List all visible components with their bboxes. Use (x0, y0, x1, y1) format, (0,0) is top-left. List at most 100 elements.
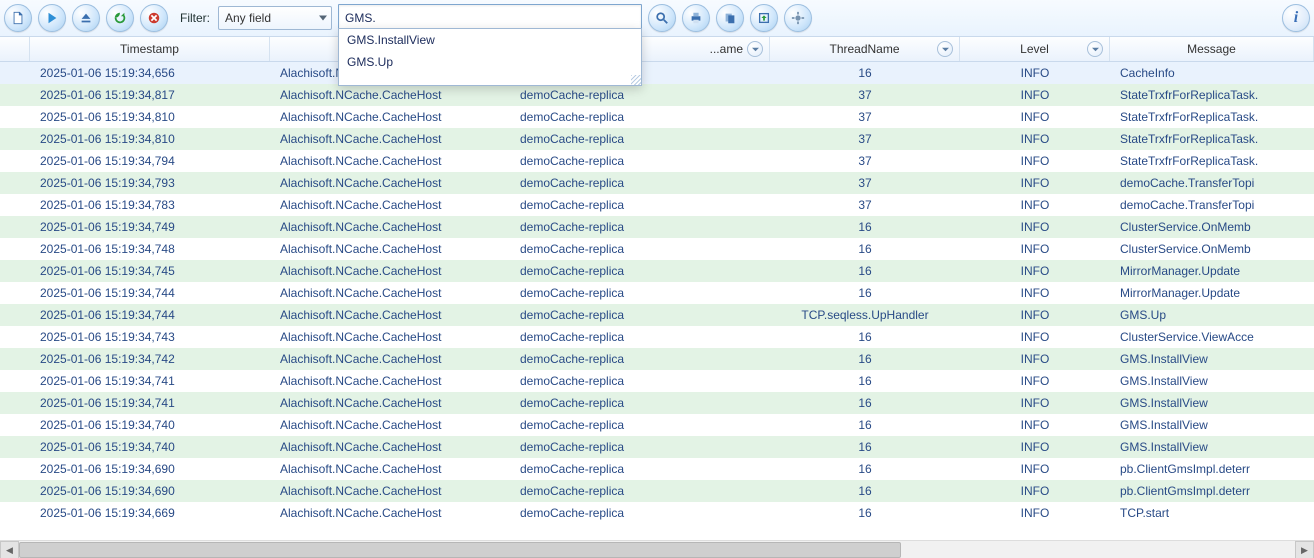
table-row[interactable]: 2025-01-06 15:19:34,742Alachisoft.NCache… (0, 348, 1314, 370)
info-icon[interactable]: i (1282, 4, 1310, 32)
cell-timestamp: 2025-01-06 15:19:34,744 (30, 308, 270, 322)
toolbar: Filter: Any field GMS.InstallView GMS.Up… (0, 0, 1314, 37)
cell-threadname: 37 (770, 132, 960, 146)
cell-timestamp: 2025-01-06 15:19:34,748 (30, 242, 270, 256)
header-level[interactable]: Level (960, 37, 1110, 61)
table-header: Timestamp P ...ame ThreadName Level Mess… (0, 37, 1314, 62)
cell-timestamp: 2025-01-06 15:19:34,794 (30, 154, 270, 168)
header-blank[interactable] (0, 37, 30, 61)
table-row[interactable]: 2025-01-06 15:19:34,741Alachisoft.NCache… (0, 370, 1314, 392)
gear-icon[interactable] (784, 4, 812, 32)
cell-threadname: 16 (770, 418, 960, 432)
cell-level: INFO (960, 176, 1110, 190)
table-row[interactable]: 2025-01-06 15:19:34,817Alachisoft.NCache… (0, 84, 1314, 106)
print-icon[interactable] (682, 4, 710, 32)
table-row[interactable]: 2025-01-06 15:19:34,743Alachisoft.NCache… (0, 326, 1314, 348)
cell-timestamp: 2025-01-06 15:19:34,745 (30, 264, 270, 278)
export-icon[interactable] (750, 4, 778, 32)
table-row[interactable]: 2025-01-06 15:19:34,741Alachisoft.NCache… (0, 392, 1314, 414)
cell-threadname: 37 (770, 176, 960, 190)
cell-timestamp: 2025-01-06 15:19:34,744 (30, 286, 270, 300)
scroll-thumb[interactable] (19, 542, 901, 558)
cell-threadname: 37 (770, 154, 960, 168)
cell-process: Alachisoft.NCache.CacheHost (270, 396, 510, 410)
cell-timestamp: 2025-01-06 15:19:34,740 (30, 440, 270, 454)
cell-message: demoCache.TransferTopi (1110, 176, 1314, 190)
eject-icon[interactable] (72, 4, 100, 32)
table-row[interactable]: 2025-01-06 15:19:34,669Alachisoft.NCache… (0, 502, 1314, 524)
resize-grip-icon[interactable] (339, 73, 641, 85)
copy-icon[interactable] (716, 4, 744, 32)
cell-message: GMS.InstallView (1110, 352, 1314, 366)
scroll-right-icon[interactable]: ▶ (1295, 541, 1314, 558)
scroll-left-icon[interactable]: ◀ (0, 541, 19, 558)
cell-message: ClusterService.OnMemb (1110, 242, 1314, 256)
header-threadname[interactable]: ThreadName (770, 37, 960, 61)
filter-label: Filter: (174, 11, 212, 25)
cell-message: MirrorManager.Update (1110, 264, 1314, 278)
cell-name: demoCache-replica (510, 396, 770, 410)
table-row[interactable]: 2025-01-06 15:19:34,690Alachisoft.NCache… (0, 480, 1314, 502)
table-row[interactable]: 2025-01-06 15:19:34,794Alachisoft.NCache… (0, 150, 1314, 172)
cell-timestamp: 2025-01-06 15:19:34,810 (30, 132, 270, 146)
cell-timestamp: 2025-01-06 15:19:34,749 (30, 220, 270, 234)
table-row[interactable]: 2025-01-06 15:19:34,749Alachisoft.NCache… (0, 216, 1314, 238)
cell-threadname: 16 (770, 440, 960, 454)
field-select[interactable]: Any field (218, 6, 332, 30)
cell-name: demoCache-replica (510, 462, 770, 476)
header-timestamp[interactable]: Timestamp (30, 37, 270, 61)
table-row[interactable]: 2025-01-06 15:19:34,656Alachisoft.NCach.… (0, 62, 1314, 84)
filter-icon[interactable] (937, 41, 953, 57)
cell-process: Alachisoft.NCache.CacheHost (270, 286, 510, 300)
cell-process: Alachisoft.NCache.CacheHost (270, 154, 510, 168)
table-row[interactable]: 2025-01-06 15:19:34,745Alachisoft.NCache… (0, 260, 1314, 282)
cell-threadname: 37 (770, 88, 960, 102)
cell-threadname: 16 (770, 66, 960, 80)
cell-level: INFO (960, 506, 1110, 520)
cell-process: Alachisoft.NCache.CacheHost (270, 374, 510, 388)
cell-level: INFO (960, 198, 1110, 212)
table-row[interactable]: 2025-01-06 15:19:34,793Alachisoft.NCache… (0, 172, 1314, 194)
table-row[interactable]: 2025-01-06 15:19:34,744Alachisoft.NCache… (0, 282, 1314, 304)
autocomplete-option[interactable]: GMS.Up (339, 51, 641, 73)
cell-threadname: 16 (770, 242, 960, 256)
table-row[interactable]: 2025-01-06 15:19:34,740Alachisoft.NCache… (0, 436, 1314, 458)
cell-message: GMS.InstallView (1110, 418, 1314, 432)
cell-name: demoCache-replica (510, 374, 770, 388)
document-icon[interactable] (4, 4, 32, 32)
search-icon[interactable] (648, 4, 676, 32)
cell-level: INFO (960, 462, 1110, 476)
cell-level: INFO (960, 154, 1110, 168)
scroll-track[interactable] (19, 542, 1295, 558)
cell-level: INFO (960, 440, 1110, 454)
search-wrap: GMS.InstallView GMS.Up (338, 4, 642, 32)
table-row[interactable]: 2025-01-06 15:19:34,783Alachisoft.NCache… (0, 194, 1314, 216)
table-body: 2025-01-06 15:19:34,656Alachisoft.NCach.… (0, 62, 1314, 540)
refresh-icon[interactable] (106, 4, 134, 32)
play-icon[interactable] (38, 4, 66, 32)
horizontal-scrollbar[interactable]: ◀ ▶ (0, 540, 1314, 558)
cell-name: demoCache-replica (510, 264, 770, 278)
cell-message: GMS.InstallView (1110, 396, 1314, 410)
cell-threadname: 16 (770, 374, 960, 388)
table-row[interactable]: 2025-01-06 15:19:34,748Alachisoft.NCache… (0, 238, 1314, 260)
cell-process: Alachisoft.NCache.CacheHost (270, 110, 510, 124)
cell-message: GMS.InstallView (1110, 374, 1314, 388)
table-row[interactable]: 2025-01-06 15:19:34,810Alachisoft.NCache… (0, 128, 1314, 150)
table-row[interactable]: 2025-01-06 15:19:34,810Alachisoft.NCache… (0, 106, 1314, 128)
filter-icon[interactable] (747, 41, 763, 57)
cell-name: demoCache-replica (510, 154, 770, 168)
autocomplete-option[interactable]: GMS.InstallView (339, 29, 641, 51)
table-row[interactable]: 2025-01-06 15:19:34,740Alachisoft.NCache… (0, 414, 1314, 436)
cell-threadname: TCP.seqless.UpHandler (770, 308, 960, 322)
cell-level: INFO (960, 110, 1110, 124)
cell-timestamp: 2025-01-06 15:19:34,690 (30, 484, 270, 498)
cell-name: demoCache-replica (510, 330, 770, 344)
header-message[interactable]: Message (1110, 37, 1314, 61)
table-row[interactable]: 2025-01-06 15:19:34,744Alachisoft.NCache… (0, 304, 1314, 326)
stop-icon[interactable] (140, 4, 168, 32)
filter-icon[interactable] (1087, 41, 1103, 57)
cell-name: demoCache-replica (510, 352, 770, 366)
table-row[interactable]: 2025-01-06 15:19:34,690Alachisoft.NCache… (0, 458, 1314, 480)
cell-process: Alachisoft.NCache.CacheHost (270, 264, 510, 278)
